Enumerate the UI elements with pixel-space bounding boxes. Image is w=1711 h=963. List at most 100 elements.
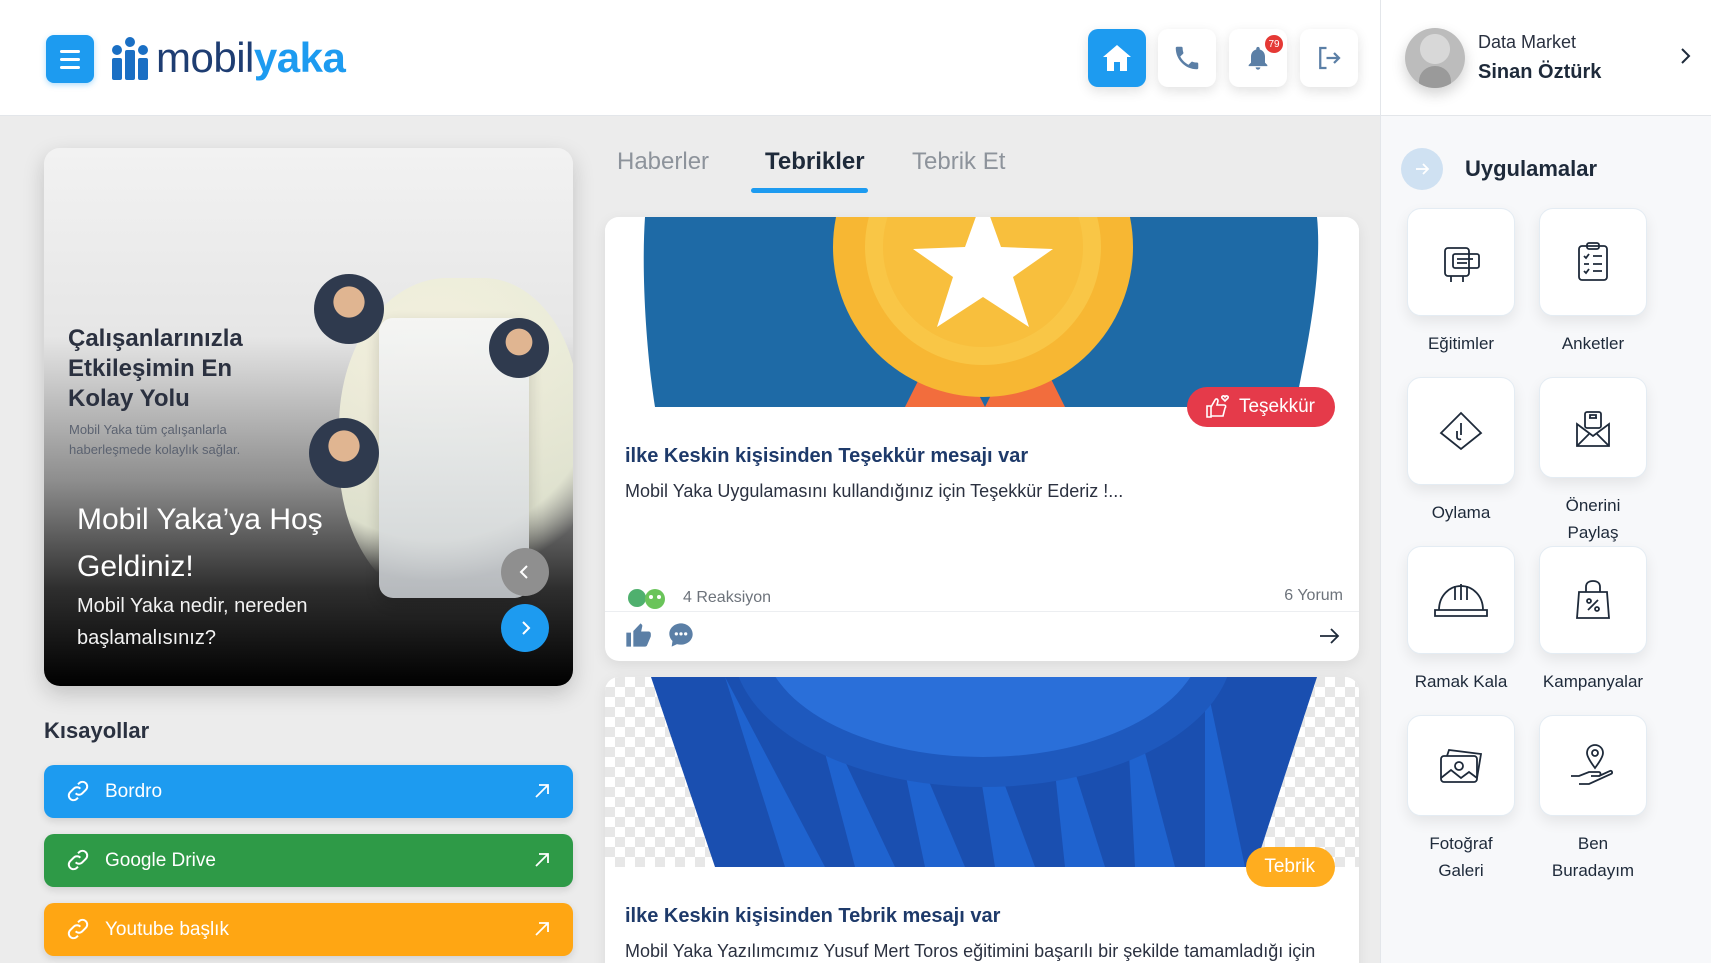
survey-icon	[1578, 242, 1608, 281]
company-name: Data Market	[1478, 32, 1577, 52]
logo-text-yaka: yaka	[253, 34, 346, 81]
app-ben-buradayim[interactable]: Ben Buradayım	[1538, 715, 1648, 884]
comment-count[interactable]: 6 Yorum	[1284, 587, 1343, 605]
active-tab-indicator	[751, 188, 868, 193]
apps-grid: Eğitimler Anketler Oylama Önerini Paylaş…	[1406, 208, 1648, 884]
shortcut-label: Youtube başlık	[105, 918, 229, 940]
banner-prev-button[interactable]	[501, 548, 549, 596]
chevron-right-icon[interactable]	[1676, 44, 1694, 68]
award-medal-illustration	[605, 217, 1359, 407]
post-divider	[605, 611, 1359, 612]
right-sidebar: Data Market Sinan Öztürk Uygulamalar Eği…	[1380, 0, 1711, 963]
feed-post[interactable]: Tebrik ilke Keskin kişisinden Tebrik mes…	[605, 677, 1359, 963]
post-image	[605, 677, 1359, 867]
post-image	[605, 217, 1359, 407]
user-profile-card[interactable]: Data Market Sinan Öztürk	[1381, 0, 1711, 116]
tab-haberler[interactable]: Haberler	[617, 148, 709, 176]
vote-icon	[1439, 411, 1483, 451]
app-egitimler[interactable]: Eğitimler	[1406, 208, 1516, 377]
reaction-count: 4 Reaksiyon	[683, 589, 772, 606]
app-oylama[interactable]: Oylama	[1406, 377, 1516, 546]
feed-post[interactable]: Teşekkür ilke Keskin kişisinden Teşekkür…	[605, 217, 1359, 661]
app-label: Kampanyalar	[1542, 672, 1644, 691]
app-label: Önerini Paylaş	[1565, 496, 1621, 542]
app-label: Ramak Kala	[1414, 672, 1508, 691]
apps-header: Uygulamalar	[1401, 148, 1597, 190]
arrow-right-icon[interactable]	[1317, 624, 1341, 648]
home-button[interactable]	[1088, 29, 1146, 87]
menu-line	[60, 57, 80, 61]
app-label: Ben Buradayım	[1551, 834, 1635, 880]
user-name: Sinan Öztürk	[1478, 61, 1602, 83]
location-hand-icon	[1571, 743, 1613, 785]
post-title[interactable]: ilke Keskin kişisinden Teşekkür mesajı v…	[625, 445, 1028, 468]
person-photo	[489, 318, 549, 378]
banner-description: Mobil Yaka nedir, nereden başlamalısınız…	[77, 595, 308, 649]
phone-button[interactable]	[1158, 29, 1216, 87]
phone-icon	[1175, 46, 1199, 70]
suggestion-icon	[1576, 410, 1610, 447]
shortcuts-heading: Kısayollar	[44, 718, 150, 743]
post-text: Mobil Yaka Yazılımcımız Yusuf Mert Toros…	[625, 941, 1316, 961]
app-ramak-kala[interactable]: Ramak Kala	[1406, 546, 1516, 715]
shortcut-label: Bordro	[105, 780, 163, 802]
shortcut-youtube[interactable]: Youtube başlık	[44, 903, 573, 956]
logout-button[interactable]	[1300, 29, 1358, 87]
home-icon	[1103, 45, 1131, 71]
logo-text-mobil: mobil	[156, 34, 254, 81]
menu-line	[60, 65, 80, 69]
tab-tebrik-et[interactable]: Tebrik Et	[912, 148, 1005, 176]
app-label: Eğitimler	[1427, 334, 1495, 353]
badge-label: Teşekkür	[1238, 396, 1315, 417]
app-label: Fotoğraf Galeri	[1429, 834, 1493, 880]
shortcut-google-drive[interactable]: Google Drive	[44, 834, 573, 887]
menu-line	[60, 49, 80, 53]
post-title[interactable]: ilke Keskin kişisinden Tebrik mesajı var	[625, 905, 1000, 928]
top-header: mobilyaka 79	[0, 0, 1380, 116]
post-actions	[623, 621, 695, 649]
logout-icon	[1319, 46, 1341, 70]
arrow-up-right-icon	[535, 784, 549, 798]
banner-tagline: Çalışanlarınızla Etkileşimin En Kolay Yo…	[68, 325, 243, 412]
banner-subtext: Mobil Yaka tüm çalışanlarla haberleşmede…	[69, 422, 241, 457]
banner-next-button[interactable]	[501, 604, 549, 652]
gallery-icon	[1440, 748, 1483, 783]
arrow-up-right-icon	[535, 853, 549, 867]
rosette-illustration	[651, 677, 1317, 867]
notification-count-badge: 79	[1263, 33, 1285, 55]
arrow-right-icon	[1416, 163, 1430, 175]
banner-title: Mobil Yaka’ya Hoş Geldiniz!	[77, 503, 323, 583]
avatar	[1405, 28, 1465, 88]
comment-icon[interactable]	[667, 621, 695, 649]
welcome-banner[interactable]: Çalışanlarınızla Etkileşimin En Kolay Yo…	[44, 148, 573, 686]
arrow-up-right-icon	[535, 922, 549, 936]
apps-collapse-button[interactable]	[1401, 148, 1443, 190]
app-logo[interactable]: mobilyaka	[112, 30, 346, 86]
notifications-button[interactable]: 79	[1229, 29, 1287, 87]
post-category-badge: Teşekkür	[1186, 387, 1335, 427]
hamburger-menu-button[interactable]	[46, 35, 94, 83]
thumbs-up-heart-icon	[1206, 395, 1229, 418]
post-text: Mobil Yaka Uygulamasını kullandığınız iç…	[625, 481, 1124, 501]
app-anketler[interactable]: Anketler	[1538, 208, 1648, 377]
app-onerini-paylas[interactable]: Önerini Paylaş	[1538, 377, 1648, 546]
tab-tebrikler[interactable]: Tebrikler	[765, 148, 865, 176]
link-icon	[67, 780, 89, 802]
like-icon[interactable]	[623, 621, 653, 649]
app-fotograf-galeri[interactable]: Fotoğraf Galeri	[1406, 715, 1516, 884]
badge-label: Tebrik	[1264, 856, 1315, 877]
logo-people-icon	[112, 36, 148, 80]
person-photo	[314, 274, 384, 344]
app-label: Anketler	[1561, 334, 1625, 353]
shortcut-bordro[interactable]: Bordro	[44, 765, 573, 818]
reactions-summary[interactable]: 4 Reaksiyon	[625, 587, 771, 609]
reaction-emoji-icon	[628, 589, 665, 609]
helmet-icon	[1434, 584, 1488, 617]
training-icon	[1444, 247, 1480, 282]
link-icon	[67, 918, 89, 940]
chevron-left-icon	[519, 565, 528, 579]
app-kampanyalar[interactable]: Kampanyalar	[1538, 546, 1648, 715]
campaign-bag-icon	[1576, 580, 1610, 619]
link-icon	[67, 849, 89, 871]
apps-title: Uygulamalar	[1465, 156, 1598, 181]
